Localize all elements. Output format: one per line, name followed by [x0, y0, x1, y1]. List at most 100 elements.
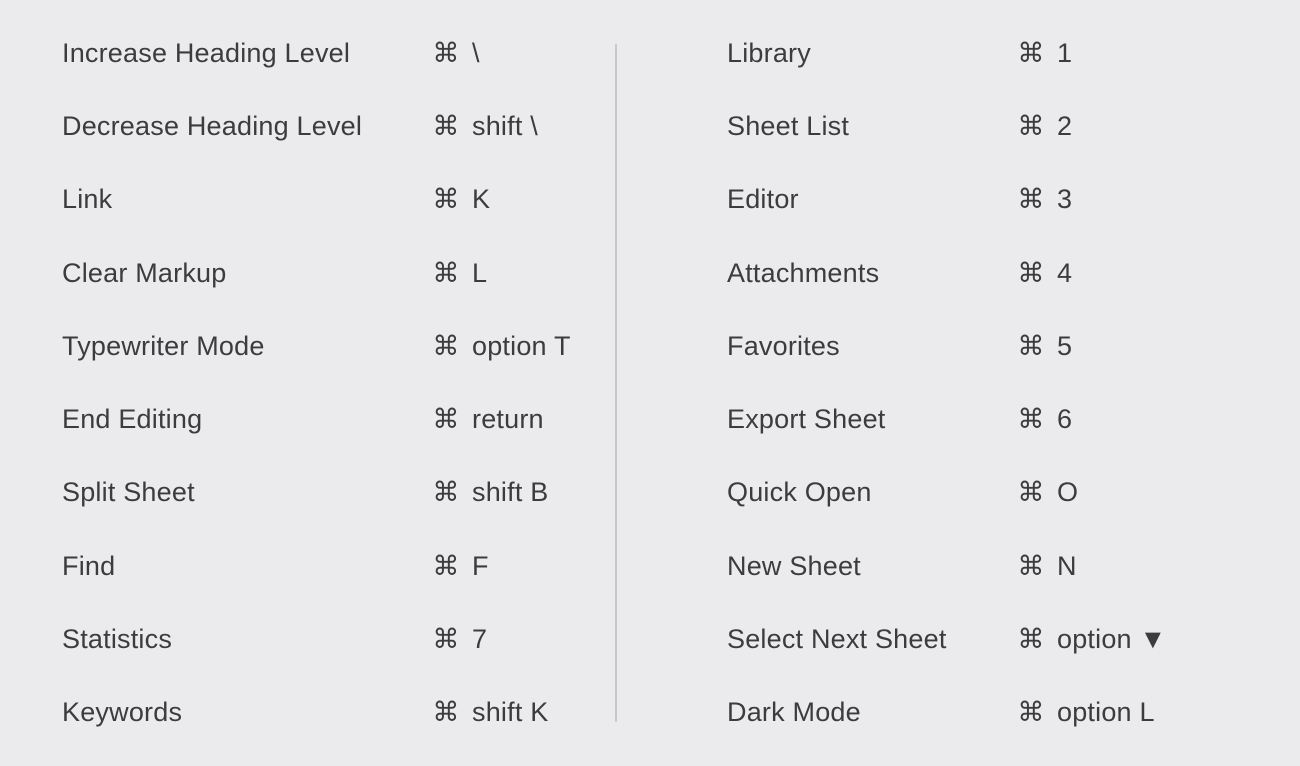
shortcut-key-text: shift \	[472, 113, 538, 140]
shortcut-keys: ⌘ 2	[1017, 113, 1072, 140]
shortcut-key-text: option L	[1057, 699, 1155, 726]
shortcut-label: New Sheet	[727, 553, 1017, 580]
shortcut-row: Typewriter Mode ⌘ option T	[62, 333, 585, 360]
shortcut-key-text: O	[1057, 479, 1078, 506]
shortcut-key-text: 3	[1057, 186, 1072, 213]
shortcut-row: Editor ⌘ 3	[727, 186, 1250, 213]
shortcut-key-text: shift B	[472, 479, 548, 506]
command-icon: ⌘	[1017, 699, 1045, 726]
shortcut-row: Find ⌘ F	[62, 553, 585, 580]
shortcut-row: Dark Mode ⌘ option L	[727, 699, 1250, 726]
command-icon: ⌘	[432, 40, 460, 67]
shortcut-row: Select Next Sheet ⌘ option ▼	[727, 626, 1250, 653]
shortcut-key-text: \	[472, 40, 480, 67]
shortcut-label: Decrease Heading Level	[62, 113, 432, 140]
command-icon: ⌘	[432, 699, 460, 726]
shortcut-keys: ⌘ N	[1017, 553, 1077, 580]
command-icon: ⌘	[432, 186, 460, 213]
shortcut-keys: ⌘ F	[432, 553, 489, 580]
shortcut-key-text: L	[472, 260, 487, 287]
shortcut-label: Attachments	[727, 260, 1017, 287]
shortcut-key-text: 7	[472, 626, 487, 653]
shortcut-label: Keywords	[62, 699, 432, 726]
command-icon: ⌘	[1017, 626, 1045, 653]
shortcut-keys: ⌘ shift \	[432, 113, 538, 140]
shortcut-row: Keywords ⌘ shift K	[62, 699, 585, 726]
command-icon: ⌘	[1017, 553, 1045, 580]
shortcut-column-right: Library ⌘ 1 Sheet List ⌘ 2 Editor ⌘ 3 At…	[617, 40, 1300, 726]
shortcut-key-text: shift K	[472, 699, 548, 726]
shortcut-row: Library ⌘ 1	[727, 40, 1250, 67]
shortcut-row: End Editing ⌘ return	[62, 406, 585, 433]
shortcut-label: Favorites	[727, 333, 1017, 360]
command-icon: ⌘	[1017, 260, 1045, 287]
shortcut-keys: ⌘ 5	[1017, 333, 1072, 360]
shortcut-label: Export Sheet	[727, 406, 1017, 433]
shortcut-row: Quick Open ⌘ O	[727, 479, 1250, 506]
shortcut-label: Editor	[727, 186, 1017, 213]
shortcut-key-text: N	[1057, 553, 1077, 580]
shortcut-keys: ⌘ 3	[1017, 186, 1072, 213]
shortcut-key-text: K	[472, 186, 490, 213]
shortcut-keys: ⌘ option ▼	[1017, 626, 1166, 653]
command-icon: ⌘	[1017, 113, 1045, 140]
shortcut-key-text: 2	[1057, 113, 1072, 140]
shortcut-row: Increase Heading Level ⌘ \	[62, 40, 585, 67]
shortcut-row: Attachments ⌘ 4	[727, 260, 1250, 287]
shortcut-key-text: return	[472, 406, 544, 433]
shortcut-row: Export Sheet ⌘ 6	[727, 406, 1250, 433]
shortcut-label: Select Next Sheet	[727, 626, 1017, 653]
shortcut-keys: ⌘ 1	[1017, 40, 1072, 67]
command-icon: ⌘	[1017, 406, 1045, 433]
command-icon: ⌘	[432, 260, 460, 287]
shortcut-keys: ⌘ option L	[1017, 699, 1155, 726]
shortcut-row: Link ⌘ K	[62, 186, 585, 213]
shortcut-keys: ⌘ K	[432, 186, 490, 213]
shortcut-label: Increase Heading Level	[62, 40, 432, 67]
shortcut-keys: ⌘ 6	[1017, 406, 1072, 433]
shortcut-label: Dark Mode	[727, 699, 1017, 726]
shortcut-key-text: F	[472, 553, 489, 580]
shortcut-row: New Sheet ⌘ N	[727, 553, 1250, 580]
shortcut-row: Clear Markup ⌘ L	[62, 260, 585, 287]
command-icon: ⌘	[1017, 333, 1045, 360]
shortcut-row: Split Sheet ⌘ shift B	[62, 479, 585, 506]
shortcut-key-text: 5	[1057, 333, 1072, 360]
command-icon: ⌘	[432, 333, 460, 360]
command-icon: ⌘	[1017, 479, 1045, 506]
command-icon: ⌘	[432, 626, 460, 653]
command-icon: ⌘	[432, 406, 460, 433]
shortcut-label: Find	[62, 553, 432, 580]
shortcut-key-text: 6	[1057, 406, 1072, 433]
shortcut-keys: ⌘ \	[432, 40, 480, 67]
shortcut-keys: ⌘ L	[432, 260, 487, 287]
shortcut-label: Link	[62, 186, 432, 213]
shortcut-keys: ⌘ 4	[1017, 260, 1072, 287]
shortcut-label: Statistics	[62, 626, 432, 653]
shortcut-row: Statistics ⌘ 7	[62, 626, 585, 653]
command-icon: ⌘	[432, 553, 460, 580]
shortcut-keys: ⌘ 7	[432, 626, 487, 653]
shortcut-keys: ⌘ option T	[432, 333, 571, 360]
command-icon: ⌘	[432, 479, 460, 506]
shortcut-row: Decrease Heading Level ⌘ shift \	[62, 113, 585, 140]
command-icon: ⌘	[1017, 186, 1045, 213]
shortcut-label: Split Sheet	[62, 479, 432, 506]
shortcut-keys: ⌘ shift K	[432, 699, 548, 726]
shortcut-label: Typewriter Mode	[62, 333, 432, 360]
shortcut-key-text: 4	[1057, 260, 1072, 287]
shortcut-label: End Editing	[62, 406, 432, 433]
shortcut-keys: ⌘ O	[1017, 479, 1078, 506]
shortcut-key-text: option T	[472, 333, 571, 360]
command-icon: ⌘	[1017, 40, 1045, 67]
shortcut-key-text: option ▼	[1057, 626, 1166, 653]
shortcut-keys: ⌘ shift B	[432, 479, 548, 506]
shortcut-column-left: Increase Heading Level ⌘ \ Decrease Head…	[0, 40, 615, 726]
shortcut-label: Clear Markup	[62, 260, 432, 287]
shortcut-keys: ⌘ return	[432, 406, 544, 433]
shortcut-row: Favorites ⌘ 5	[727, 333, 1250, 360]
shortcut-sheet: Increase Heading Level ⌘ \ Decrease Head…	[0, 0, 1300, 766]
shortcut-label: Library	[727, 40, 1017, 67]
shortcut-key-text: 1	[1057, 40, 1072, 67]
command-icon: ⌘	[432, 113, 460, 140]
